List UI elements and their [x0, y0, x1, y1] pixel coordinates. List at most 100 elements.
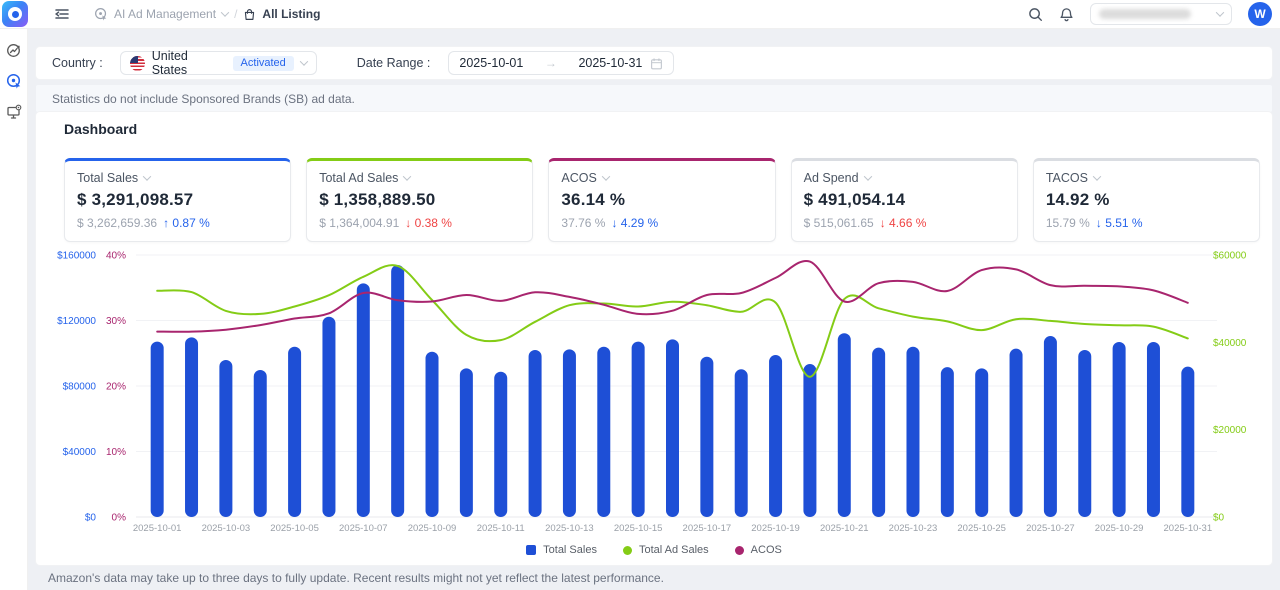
legend-item-acos[interactable]: ACOS — [735, 544, 782, 556]
chevron-down-icon — [143, 172, 151, 180]
bar-2025-10-10[interactable] — [460, 368, 473, 517]
bar-2025-10-18[interactable] — [735, 369, 748, 517]
bar-2025-10-31[interactable] — [1181, 367, 1194, 517]
stat-card-label: Total Ad Sales — [319, 171, 398, 185]
bar-2025-10-22[interactable] — [872, 348, 885, 517]
bar-2025-10-25[interactable] — [975, 368, 988, 517]
bar-2025-10-13[interactable] — [563, 349, 576, 517]
bar-2025-10-26[interactable] — [1010, 349, 1023, 517]
svg-text:2025-10-31: 2025-10-31 — [1164, 523, 1213, 534]
dashboard-chart[interactable]: $160000$120000$80000$40000$040%30%20%10%… — [44, 248, 1268, 538]
date-start[interactable]: 2025-10-01 — [459, 56, 523, 70]
breadcrumb-separator: / — [234, 7, 237, 21]
bar-2025-10-14[interactable] — [597, 347, 610, 517]
bar-2025-10-07[interactable] — [357, 283, 370, 517]
top-header: AI Ad Management / All Listing W — [0, 0, 1280, 29]
bar-2025-10-16[interactable] — [666, 339, 679, 517]
svg-text:2025-10-29: 2025-10-29 — [1095, 523, 1144, 534]
status-badge: Activated — [233, 56, 294, 71]
date-range-arrow: → — [531, 56, 570, 70]
bar-2025-10-15[interactable] — [632, 342, 645, 517]
svg-text:2025-10-25: 2025-10-25 — [957, 523, 1006, 534]
breadcrumb-app[interactable]: AI Ad Management — [114, 7, 216, 21]
metric-selector-acos[interactable]: ACOS — [561, 171, 762, 185]
workspace-select[interactable] — [1090, 3, 1232, 25]
bar-2025-10-23[interactable] — [906, 347, 919, 517]
bar-2025-10-21[interactable] — [838, 333, 851, 517]
date-range-picker[interactable]: 2025-10-01 → 2025-10-31 — [448, 51, 674, 75]
chevron-down-icon — [1216, 8, 1224, 16]
svg-text:0%: 0% — [112, 513, 127, 524]
stat-card-ad-spend: Ad Spend $ 491,054.14 $ 515,061.65 ↓ 4.6… — [791, 158, 1018, 242]
bar-2025-10-27[interactable] — [1044, 336, 1057, 517]
metric-selector-total-ad-sales[interactable]: Total Ad Sales — [319, 171, 520, 185]
legend-item-total-ad-sales[interactable]: Total Ad Sales — [623, 544, 709, 556]
country-select[interactable]: United States Activated — [120, 51, 317, 75]
bar-2025-10-05[interactable] — [288, 347, 301, 517]
chevron-down-icon — [403, 172, 411, 180]
svg-text:$0: $0 — [1213, 513, 1225, 524]
bar-2025-10-09[interactable] — [426, 352, 439, 517]
metric-selector-total-sales[interactable]: Total Sales — [77, 171, 278, 185]
bar-2025-10-06[interactable] — [322, 317, 335, 517]
sidebar-item-performance-icon[interactable] — [6, 42, 22, 58]
metric-selector-tacos[interactable]: TACOS — [1046, 171, 1247, 185]
us-flag-icon — [130, 56, 145, 71]
bar-2025-10-12[interactable] — [529, 350, 542, 517]
stat-card-tacos: TACOS 14.92 % 15.79 % ↓ 5.51 % — [1033, 158, 1260, 242]
legend-marker-icon — [623, 546, 632, 555]
stat-card-previous: $ 1,364,004.91 — [319, 216, 399, 230]
sb-data-notice: Statistics do not include Sponsored Bran… — [36, 85, 1272, 112]
bar-2025-10-17[interactable] — [700, 357, 713, 517]
svg-text:$80000: $80000 — [63, 382, 97, 393]
bar-2025-10-04[interactable] — [254, 370, 267, 517]
bar-2025-10-28[interactable] — [1078, 350, 1091, 517]
svg-text:$20000: $20000 — [1213, 425, 1247, 436]
breadcrumb-page[interactable]: All Listing — [262, 7, 320, 21]
metric-selector-ad-spend[interactable]: Ad Spend — [804, 171, 1005, 185]
country-label: Country : — [52, 56, 103, 70]
legend-item-total-sales[interactable]: Total Sales — [526, 544, 597, 556]
bar-2025-10-24[interactable] — [941, 367, 954, 517]
workspace-select-value-blurred — [1099, 9, 1191, 19]
search-icon[interactable] — [1028, 7, 1043, 22]
date-end[interactable]: 2025-10-31 — [578, 56, 642, 70]
chevron-down-icon — [300, 57, 308, 65]
sidebar-item-listing-settings-icon[interactable] — [6, 104, 22, 120]
menu-toggle-icon[interactable] — [54, 6, 70, 22]
svg-text:$0: $0 — [85, 513, 97, 524]
bar-2025-10-19[interactable] — [769, 355, 782, 517]
bar-2025-10-02[interactable] — [185, 337, 198, 517]
bar-2025-10-20[interactable] — [803, 364, 816, 517]
stat-card-change: ↓ 5.51 % — [1096, 216, 1143, 230]
svg-text:2025-10-17: 2025-10-17 — [683, 523, 732, 534]
line-acos[interactable] — [157, 261, 1188, 332]
app-logo-icon[interactable] — [2, 1, 28, 27]
bar-2025-10-08[interactable] — [391, 265, 404, 517]
svg-text:2025-10-13: 2025-10-13 — [545, 523, 594, 534]
chevron-down-icon — [863, 172, 871, 180]
stat-card-label: Total Sales — [77, 171, 138, 185]
bar-2025-10-29[interactable] — [1113, 342, 1126, 517]
svg-text:2025-10-09: 2025-10-09 — [408, 523, 457, 534]
svg-text:2025-10-23: 2025-10-23 — [889, 523, 938, 534]
stat-card-value: $ 1,358,889.50 — [319, 190, 520, 210]
stat-card-previous: 15.79 % — [1046, 216, 1090, 230]
svg-text:2025-10-03: 2025-10-03 — [202, 523, 251, 534]
stat-cards: Total Sales $ 3,291,098.57 $ 3,262,659.3… — [64, 158, 1260, 242]
svg-text:2025-10-21: 2025-10-21 — [820, 523, 869, 534]
svg-text:2025-10-19: 2025-10-19 — [751, 523, 800, 534]
stat-card-change: ↓ 4.66 % — [880, 216, 927, 230]
notification-bell-icon[interactable] — [1059, 7, 1074, 22]
user-avatar[interactable]: W — [1248, 2, 1272, 26]
bar-2025-10-01[interactable] — [151, 342, 164, 517]
stat-card-change: ↓ 0.38 % — [405, 216, 452, 230]
sidebar-item-ai-ad-management-icon[interactable] — [6, 73, 22, 89]
stat-card-label: TACOS — [1046, 171, 1088, 185]
bar-2025-10-03[interactable] — [219, 360, 232, 517]
svg-text:$160000: $160000 — [57, 251, 96, 262]
svg-text:2025-10-11: 2025-10-11 — [477, 523, 525, 534]
chevron-down-icon[interactable] — [221, 8, 229, 16]
bar-2025-10-30[interactable] — [1147, 342, 1160, 517]
bar-2025-10-11[interactable] — [494, 372, 507, 517]
